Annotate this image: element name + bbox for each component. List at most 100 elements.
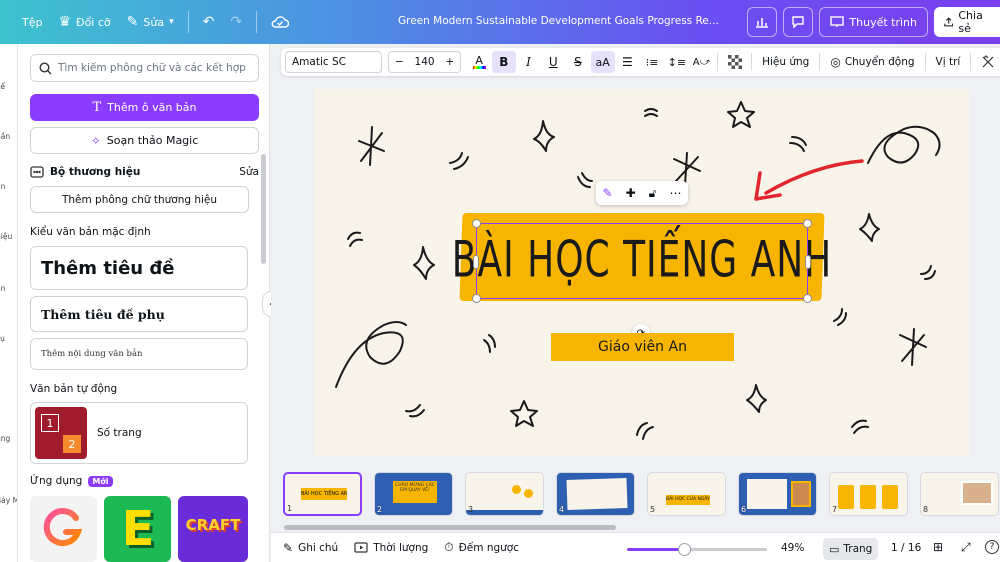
page-thumbnail[interactable]: BÀI HỌC CỦA NGÀY 5 bbox=[647, 472, 726, 516]
document-title[interactable]: Green Modern Sustainable Development Goa… bbox=[398, 15, 719, 27]
share-button[interactable]: Chia sẻ bbox=[934, 7, 1000, 37]
font-size-stepper[interactable]: − 140 + bbox=[387, 51, 462, 73]
thumb-photo bbox=[961, 481, 993, 505]
slide-title[interactable]: BÀI HỌC TIẾNG ANH bbox=[452, 213, 831, 308]
text-color-button[interactable]: A bbox=[467, 51, 491, 73]
notes-button[interactable]: ✎ Ghi chú bbox=[275, 541, 346, 555]
transparency-button[interactable] bbox=[723, 51, 747, 73]
strikethrough-button[interactable]: S bbox=[566, 51, 590, 73]
thumbnail-scrollbar[interactable] bbox=[284, 525, 616, 530]
font-size-value[interactable]: 140 bbox=[415, 56, 435, 68]
resize-handle[interactable] bbox=[803, 219, 812, 228]
brand-edit-link[interactable]: Sửa bbox=[239, 166, 259, 178]
thumb-title: BÀI HỌC CỦA NGÀY bbox=[666, 497, 710, 502]
app-tile-letter-e[interactable]: E bbox=[104, 496, 171, 562]
animate-button[interactable]: ◎ Chuyển động bbox=[824, 55, 920, 69]
add-heading-button[interactable]: Thêm tiêu đề bbox=[30, 246, 248, 290]
position-button[interactable]: Vị trí bbox=[930, 56, 967, 68]
rail-label[interactable]: hần bbox=[0, 132, 10, 141]
add-body-text-button[interactable]: Thêm nội dung văn bản bbox=[30, 338, 248, 370]
resize-handle[interactable] bbox=[472, 219, 481, 228]
zoom-slider-knob[interactable] bbox=[678, 543, 692, 556]
grid-view-icon[interactable]: ⊞ bbox=[933, 540, 943, 554]
page-thumbnail[interactable]: 4 bbox=[556, 472, 635, 516]
page-number-label: Số trang bbox=[97, 427, 142, 439]
fullscreen-icon[interactable]: ⤢ bbox=[961, 540, 971, 555]
brand-kit-label: Bộ thương hiệu bbox=[50, 166, 141, 178]
app-tile-gradient-g[interactable] bbox=[30, 496, 97, 562]
more-format-button[interactable] bbox=[976, 51, 1000, 73]
rail-label[interactable]: ụng bbox=[0, 434, 10, 443]
help-icon[interactable]: ? bbox=[985, 540, 999, 554]
zoom-value[interactable]: 49% bbox=[781, 542, 804, 554]
thumb-card bbox=[860, 485, 876, 509]
apps-heading: Ứng dụng Mới bbox=[30, 475, 113, 487]
zoom-slider[interactable] bbox=[627, 543, 767, 556]
notes-icon: ✎ bbox=[283, 540, 294, 555]
comment-add-icon[interactable]: ✚ bbox=[626, 186, 636, 200]
cloud-sync-button[interactable] bbox=[263, 7, 297, 37]
magic-write-button[interactable]: ✧ Soạn thảo Magic bbox=[30, 127, 259, 154]
sparkle-doodle bbox=[859, 213, 880, 242]
craft-logo: CRAFT bbox=[185, 516, 241, 534]
page-number-button[interactable]: 1 2 Số trang bbox=[30, 402, 248, 464]
edit-menu[interactable]: ✎ Sửa ▾ bbox=[119, 7, 182, 37]
pages-view-button[interactable]: ▭ Trang bbox=[823, 538, 879, 560]
magic-edit-icon[interactable]: ✎ bbox=[603, 186, 613, 200]
rail-label[interactable]: ản bbox=[0, 182, 5, 191]
search-input[interactable] bbox=[58, 62, 248, 74]
add-textbox-button[interactable]: T Thêm ô văn bản bbox=[30, 94, 259, 121]
duration-button[interactable]: Thời lượng bbox=[346, 542, 436, 554]
increase-size-button[interactable]: + bbox=[445, 56, 454, 68]
red-arrow-doodle bbox=[754, 159, 864, 201]
case-label: aA bbox=[595, 55, 610, 69]
page-thumbnail[interactable]: 8 bbox=[920, 472, 999, 516]
undo-button[interactable]: ↶ bbox=[195, 7, 223, 37]
divider bbox=[717, 53, 719, 71]
rail-label[interactable]: kế bbox=[0, 82, 5, 91]
add-brand-font-button[interactable]: Thêm phông chữ thương hiệu bbox=[30, 186, 249, 213]
page-thumbnail[interactable]: 7 bbox=[829, 472, 908, 516]
undo-icon: ↶ bbox=[202, 14, 215, 30]
add-heading-label: Thêm tiêu đề bbox=[41, 257, 175, 279]
letter-case-button[interactable]: aA bbox=[590, 51, 615, 73]
align-button[interactable]: ☰ bbox=[616, 51, 640, 73]
comments-button[interactable] bbox=[783, 7, 814, 37]
resize-handle[interactable] bbox=[803, 294, 812, 303]
underline-button[interactable]: U bbox=[541, 51, 565, 73]
rail-label[interactable]: ản bbox=[0, 284, 5, 293]
italic-button[interactable]: I bbox=[517, 51, 541, 73]
font-search[interactable] bbox=[30, 54, 259, 82]
timer-button[interactable]: ⏱︎ Đếm ngược bbox=[436, 540, 527, 555]
page-thumbnail[interactable]: CHÀO MỪNG CÁC EM QUAY VỀ! 2 bbox=[374, 472, 453, 516]
resize-button[interactable]: ♛ Đổi cỡ bbox=[50, 7, 118, 37]
divider bbox=[256, 11, 258, 33]
insights-button[interactable] bbox=[747, 7, 778, 37]
font-family-select[interactable]: Amatic SC bbox=[285, 51, 382, 73]
rail-label[interactable]: hiệu bbox=[0, 232, 12, 241]
add-subheading-button[interactable]: Thêm tiêu đề phụ bbox=[30, 296, 248, 332]
bold-button[interactable]: B bbox=[491, 51, 516, 73]
file-menu[interactable]: Tệp bbox=[14, 7, 50, 37]
spacing-button[interactable]: ↕≡ bbox=[665, 51, 689, 73]
text-style-button[interactable]: A⤻ bbox=[690, 51, 714, 73]
redo-button[interactable]: ↷ bbox=[222, 7, 250, 37]
panel-scrollbar[interactable] bbox=[261, 154, 266, 264]
slide-canvas[interactable]: BÀI HỌC TIẾNG ANH ✎ ✚ 🔓︎ ⋯ ⟳ Giáo viên A… bbox=[314, 89, 969, 456]
page-thumbnail[interactable]: BÀI HỌC TIẾNG ANH 1 bbox=[283, 472, 362, 516]
more-icon[interactable]: ⋯ bbox=[669, 186, 681, 200]
lock-icon[interactable]: 🔓︎ bbox=[649, 186, 657, 201]
slide-subtitle[interactable]: Giáo viên An bbox=[551, 333, 734, 361]
page-thumbnail[interactable]: 6 bbox=[738, 472, 817, 516]
side-handle[interactable] bbox=[805, 255, 811, 269]
decrease-size-button[interactable]: − bbox=[395, 56, 404, 68]
app-tile-craft[interactable]: CRAFT bbox=[178, 496, 248, 562]
effects-button[interactable]: Hiệu ứng bbox=[756, 56, 815, 68]
side-handle[interactable] bbox=[473, 255, 479, 269]
list-button[interactable]: ⁝≡ bbox=[640, 51, 664, 73]
resize-handle[interactable] bbox=[472, 294, 481, 303]
rail-label[interactable]: Bảy M... bbox=[0, 496, 17, 505]
present-button[interactable]: Thuyết trình bbox=[819, 7, 928, 37]
page-thumbnail[interactable]: 3 bbox=[465, 472, 544, 516]
rail-label[interactable]: cụ bbox=[0, 334, 5, 343]
